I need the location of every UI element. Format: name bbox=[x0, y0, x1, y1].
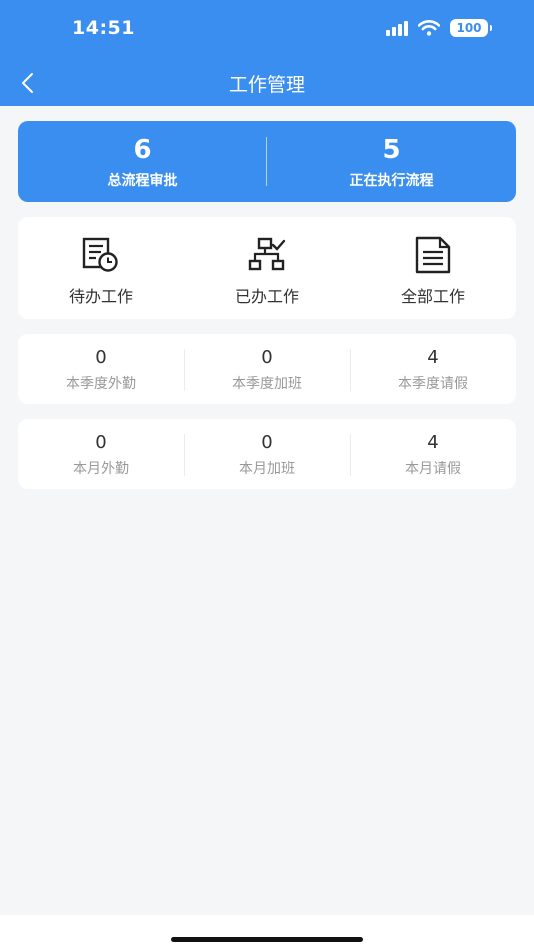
stat-quarter-leave[interactable]: 4 本季度请假 bbox=[350, 334, 516, 404]
status-icons: 100 bbox=[386, 19, 492, 37]
work-item-pending[interactable]: 待办工作 bbox=[18, 217, 184, 319]
work-item-label: 已办工作 bbox=[234, 287, 299, 306]
home-indicator[interactable] bbox=[171, 937, 363, 942]
summary-in-progress[interactable]: 5 正在执行流程 bbox=[267, 121, 516, 202]
done-work-icon bbox=[248, 237, 286, 271]
quarter-stats-card: 0 本季度外勤 0 本季度加班 4 本季度请假 bbox=[18, 334, 516, 404]
bottom-bar bbox=[0, 915, 534, 950]
battery-level: 100 bbox=[456, 21, 482, 35]
summary-card: 6 总流程审批 5 正在执行流程 bbox=[18, 121, 516, 202]
stat-label: 本季度请假 bbox=[398, 376, 468, 392]
work-item-all[interactable]: 全部工作 bbox=[350, 217, 516, 319]
header: 14:51 100 工作管理 bbox=[0, 0, 534, 106]
stat-label: 本季度外勤 bbox=[66, 376, 136, 392]
status-time: 14:51 bbox=[72, 17, 135, 39]
summary-total-approval[interactable]: 6 总流程审批 bbox=[18, 121, 267, 202]
summary-value: 6 bbox=[133, 135, 152, 165]
battery-icon: 100 bbox=[450, 19, 492, 37]
pending-work-icon bbox=[82, 237, 118, 272]
stat-value: 0 bbox=[261, 347, 273, 368]
stat-quarter-field[interactable]: 0 本季度外勤 bbox=[18, 334, 184, 404]
work-card: 待办工作 已办工作 全部工作 bbox=[18, 217, 516, 319]
stat-label: 本月请假 bbox=[405, 461, 461, 477]
stat-label: 本季度加班 bbox=[232, 376, 302, 392]
page-title: 工作管理 bbox=[228, 74, 305, 96]
signal-icon bbox=[386, 20, 408, 36]
work-item-label: 待办工作 bbox=[68, 287, 133, 306]
stat-value: 4 bbox=[427, 432, 439, 453]
stat-month-leave[interactable]: 4 本月请假 bbox=[350, 419, 516, 489]
stat-month-field[interactable]: 0 本月外勤 bbox=[18, 419, 184, 489]
divider bbox=[266, 137, 267, 186]
all-work-icon bbox=[415, 236, 451, 274]
stat-value: 0 bbox=[261, 432, 273, 453]
stat-quarter-overtime[interactable]: 0 本季度加班 bbox=[184, 334, 350, 404]
stat-label: 本月加班 bbox=[239, 461, 295, 477]
work-item-label: 全部工作 bbox=[400, 287, 465, 306]
stat-value: 4 bbox=[427, 347, 439, 368]
stat-value: 0 bbox=[95, 347, 107, 368]
stat-label: 本月外勤 bbox=[73, 461, 129, 477]
stat-value: 0 bbox=[95, 432, 107, 453]
work-item-done[interactable]: 已办工作 bbox=[184, 217, 350, 319]
summary-value: 5 bbox=[382, 135, 401, 165]
summary-label: 总流程审批 bbox=[107, 173, 178, 189]
status-bar: 14:51 100 bbox=[0, 0, 534, 56]
summary-label: 正在执行流程 bbox=[349, 173, 434, 189]
wifi-icon bbox=[418, 20, 440, 36]
stat-month-overtime[interactable]: 0 本月加班 bbox=[184, 419, 350, 489]
month-stats-card: 0 本月外勤 0 本月加班 4 本月请假 bbox=[18, 419, 516, 489]
